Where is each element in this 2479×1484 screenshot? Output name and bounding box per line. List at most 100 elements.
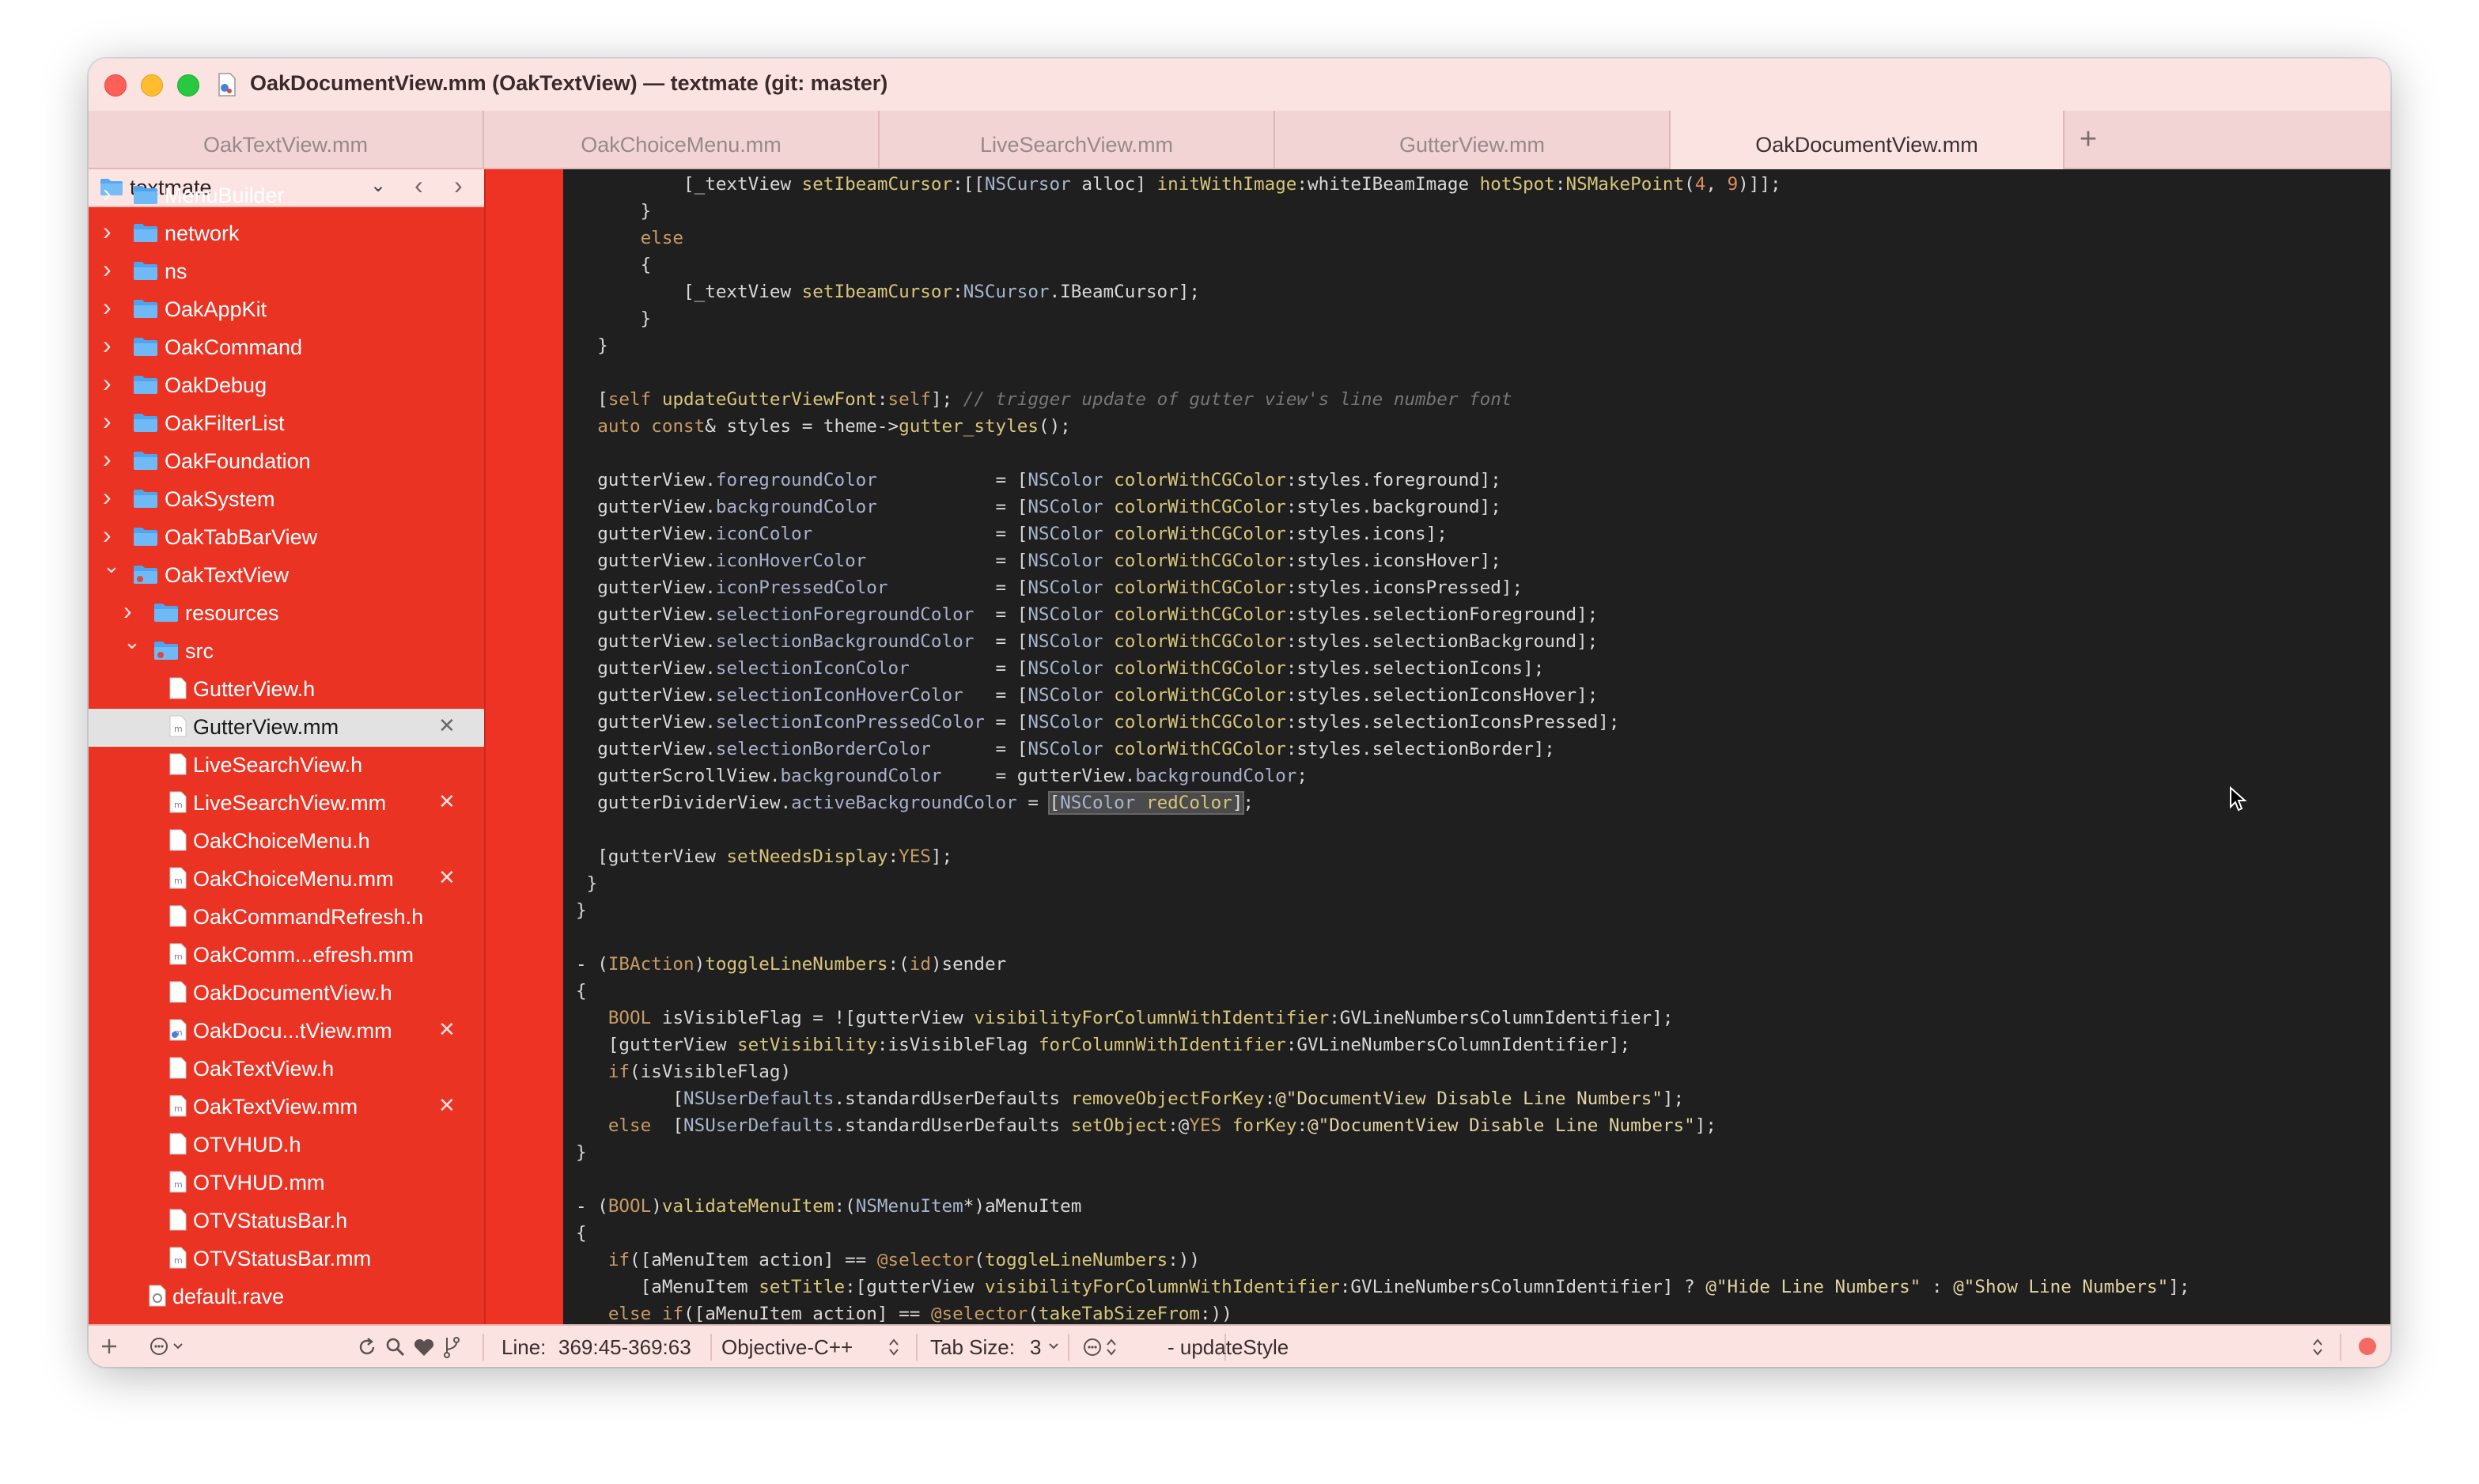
tab-oakdocumentview-mm[interactable]: OakDocumentView.mm [1671, 111, 2065, 169]
folder-label: OakDebug [165, 373, 267, 397]
chevron-right-icon[interactable]: › [103, 255, 112, 284]
folder-item[interactable]: › MenuBuilder [89, 177, 484, 215]
svg-text:m: m [174, 800, 183, 810]
chevron-right-icon[interactable]: › [103, 217, 112, 246]
close-icon[interactable]: ✕ [438, 1093, 456, 1118]
file-item[interactable]: m OakDocu...tView.mm ✕ [89, 1013, 484, 1051]
file-item[interactable]: OakCommandRefresh.h [89, 899, 484, 937]
title-bar: OakDocumentView.mm (OakTextView) — textm… [89, 59, 2390, 111]
gutter[interactable] [486, 169, 563, 1324]
file-item[interactable]: m OakChoiceMenu.mm ✕ [89, 861, 484, 899]
record-macro-button[interactable] [2359, 1338, 2376, 1355]
chevron-down-icon[interactable] [1047, 1340, 1060, 1353]
tab-gutterview-mm[interactable]: GutterView.mm [1275, 111, 1671, 168]
folder-item[interactable]: › OakFoundation [89, 443, 484, 481]
file-label: OakChoiceMenu.h [193, 829, 370, 853]
file-item[interactable]: m OakComm...efresh.mm [89, 937, 484, 975]
line-position[interactable]: 369:45-369:63 [558, 1335, 691, 1360]
file-item[interactable]: OakDocumentView.h [89, 975, 484, 1013]
folder-item[interactable]: › OakTabBarView [89, 519, 484, 557]
chevron-right-icon[interactable]: › [103, 331, 112, 360]
file-item[interactable]: default.rave [89, 1278, 484, 1316]
chevron-updown-icon[interactable] [888, 1337, 900, 1357]
reload-icon[interactable] [356, 1336, 378, 1358]
file-item[interactable]: m OakTextView.mm ✕ [89, 1088, 484, 1126]
chevron-down-icon[interactable]: ⌄ [103, 554, 120, 578]
file-item[interactable]: OTVHUD.h [89, 1126, 484, 1164]
tab-size-selector[interactable]: 3 [1030, 1335, 1041, 1360]
folder-label: MenuBuilder [165, 184, 285, 207]
svg-text:m: m [174, 876, 183, 886]
folder-label: ns [165, 259, 187, 283]
gear-icon[interactable] [149, 1336, 187, 1357]
close-icon[interactable]: ✕ [438, 789, 456, 814]
file-icon [169, 753, 187, 775]
chevron-right-icon[interactable]: › [103, 293, 112, 322]
tab-livesearchview-mm[interactable]: LiveSearchView.mm [880, 111, 1275, 168]
chevron-right-icon[interactable]: › [103, 179, 112, 208]
code-text[interactable]: [_textView setIbeamCursor:[[NSCursor all… [576, 171, 2189, 1324]
folder-item[interactable]: › resources [89, 595, 484, 633]
chevron-right-icon[interactable]: › [123, 596, 132, 626]
close-icon[interactable]: ✕ [438, 865, 456, 890]
close-icon[interactable]: ✕ [438, 714, 456, 738]
folder-icon [134, 414, 157, 432]
chevron-updown-icon[interactable] [2311, 1337, 2324, 1357]
folder-item[interactable]: › network [89, 215, 484, 253]
app-window: OakDocumentView.mm (OakTextView) — textm… [89, 59, 2390, 1367]
tab-oaktextview-mm[interactable]: OakTextView.mm [89, 111, 484, 168]
chevron-right-icon[interactable]: › [103, 407, 112, 436]
svg-text:m: m [174, 1179, 183, 1190]
folder-item[interactable]: › OakCommand [89, 329, 484, 367]
file-item[interactable]: OakChoiceMenu.h [89, 823, 484, 861]
mouse-cursor-icon [2230, 786, 2247, 812]
file-item[interactable]: m OTVStatusBar.mm [89, 1240, 484, 1278]
file-item[interactable]: LiveSearchView.h [89, 747, 484, 785]
folder-label: resources [185, 601, 279, 625]
file-item[interactable]: OTVStatusBar.h [89, 1202, 484, 1240]
file-label: OTVStatusBar.h [193, 1209, 348, 1232]
search-icon[interactable] [384, 1336, 407, 1358]
chevron-down-icon[interactable]: ⌄ [123, 630, 141, 654]
file-item[interactable]: GutterView.h [89, 671, 484, 709]
folder-item[interactable]: › OakAppKit [89, 291, 484, 329]
zoom-window-button[interactable] [177, 74, 199, 97]
file-item[interactable]: m GutterView.mm ✕ [89, 709, 484, 747]
chevron-right-icon[interactable]: › [103, 445, 112, 474]
folder-icon [134, 566, 157, 584]
file-label: OTVHUD.mm [193, 1171, 325, 1194]
folder-item[interactable]: › ns [89, 253, 484, 291]
folder-icon [134, 490, 157, 508]
file-label: GutterView.h [193, 677, 316, 701]
file-item[interactable]: m LiveSearchView.mm ✕ [89, 785, 484, 823]
plus-icon[interactable] [100, 1337, 119, 1356]
folder-item[interactable]: › OakSystem [89, 481, 484, 519]
minimize-window-button[interactable] [141, 74, 163, 97]
tab-oakchoicemenu-mm[interactable]: OakChoiceMenu.mm [484, 111, 880, 168]
divider [710, 1334, 712, 1361]
close-window-button[interactable] [104, 74, 127, 97]
close-icon[interactable]: ✕ [438, 1017, 456, 1042]
folder-label: OakAppKit [165, 297, 267, 321]
language-selector[interactable]: Objective-C++ [721, 1335, 853, 1360]
file-icon [169, 677, 187, 699]
folder-icon [134, 186, 157, 204]
code-editor[interactable]: [_textView setIbeamCursor:[[NSCursor all… [563, 169, 2390, 1324]
folder-item[interactable]: ⌄ src [89, 630, 484, 671]
folder-label: OakFoundation [165, 449, 311, 473]
bundle-menu-icon[interactable] [1082, 1336, 1122, 1358]
file-item[interactable]: OakTextView.h [89, 1051, 484, 1088]
new-tab-button[interactable]: + [2065, 111, 2112, 168]
tab-bar: OakTextView.mm OakChoiceMenu.mm LiveSear… [89, 111, 2390, 169]
chevron-right-icon[interactable]: › [103, 483, 112, 512]
heart-icon[interactable] [413, 1337, 435, 1357]
folder-item[interactable]: ⌄ OakTextView [89, 554, 484, 595]
folder-item[interactable]: › OakFilterList [89, 405, 484, 443]
branch-icon[interactable] [441, 1335, 462, 1359]
file-item[interactable]: m OTVHUD.mm [89, 1164, 484, 1202]
chevron-right-icon[interactable]: › [103, 369, 112, 398]
folder-item[interactable]: › OakDebug [89, 367, 484, 405]
chevron-right-icon[interactable]: › [103, 521, 112, 550]
symbol-selector[interactable]: - updateStyle [1168, 1335, 1289, 1360]
file-icon [169, 1133, 187, 1155]
